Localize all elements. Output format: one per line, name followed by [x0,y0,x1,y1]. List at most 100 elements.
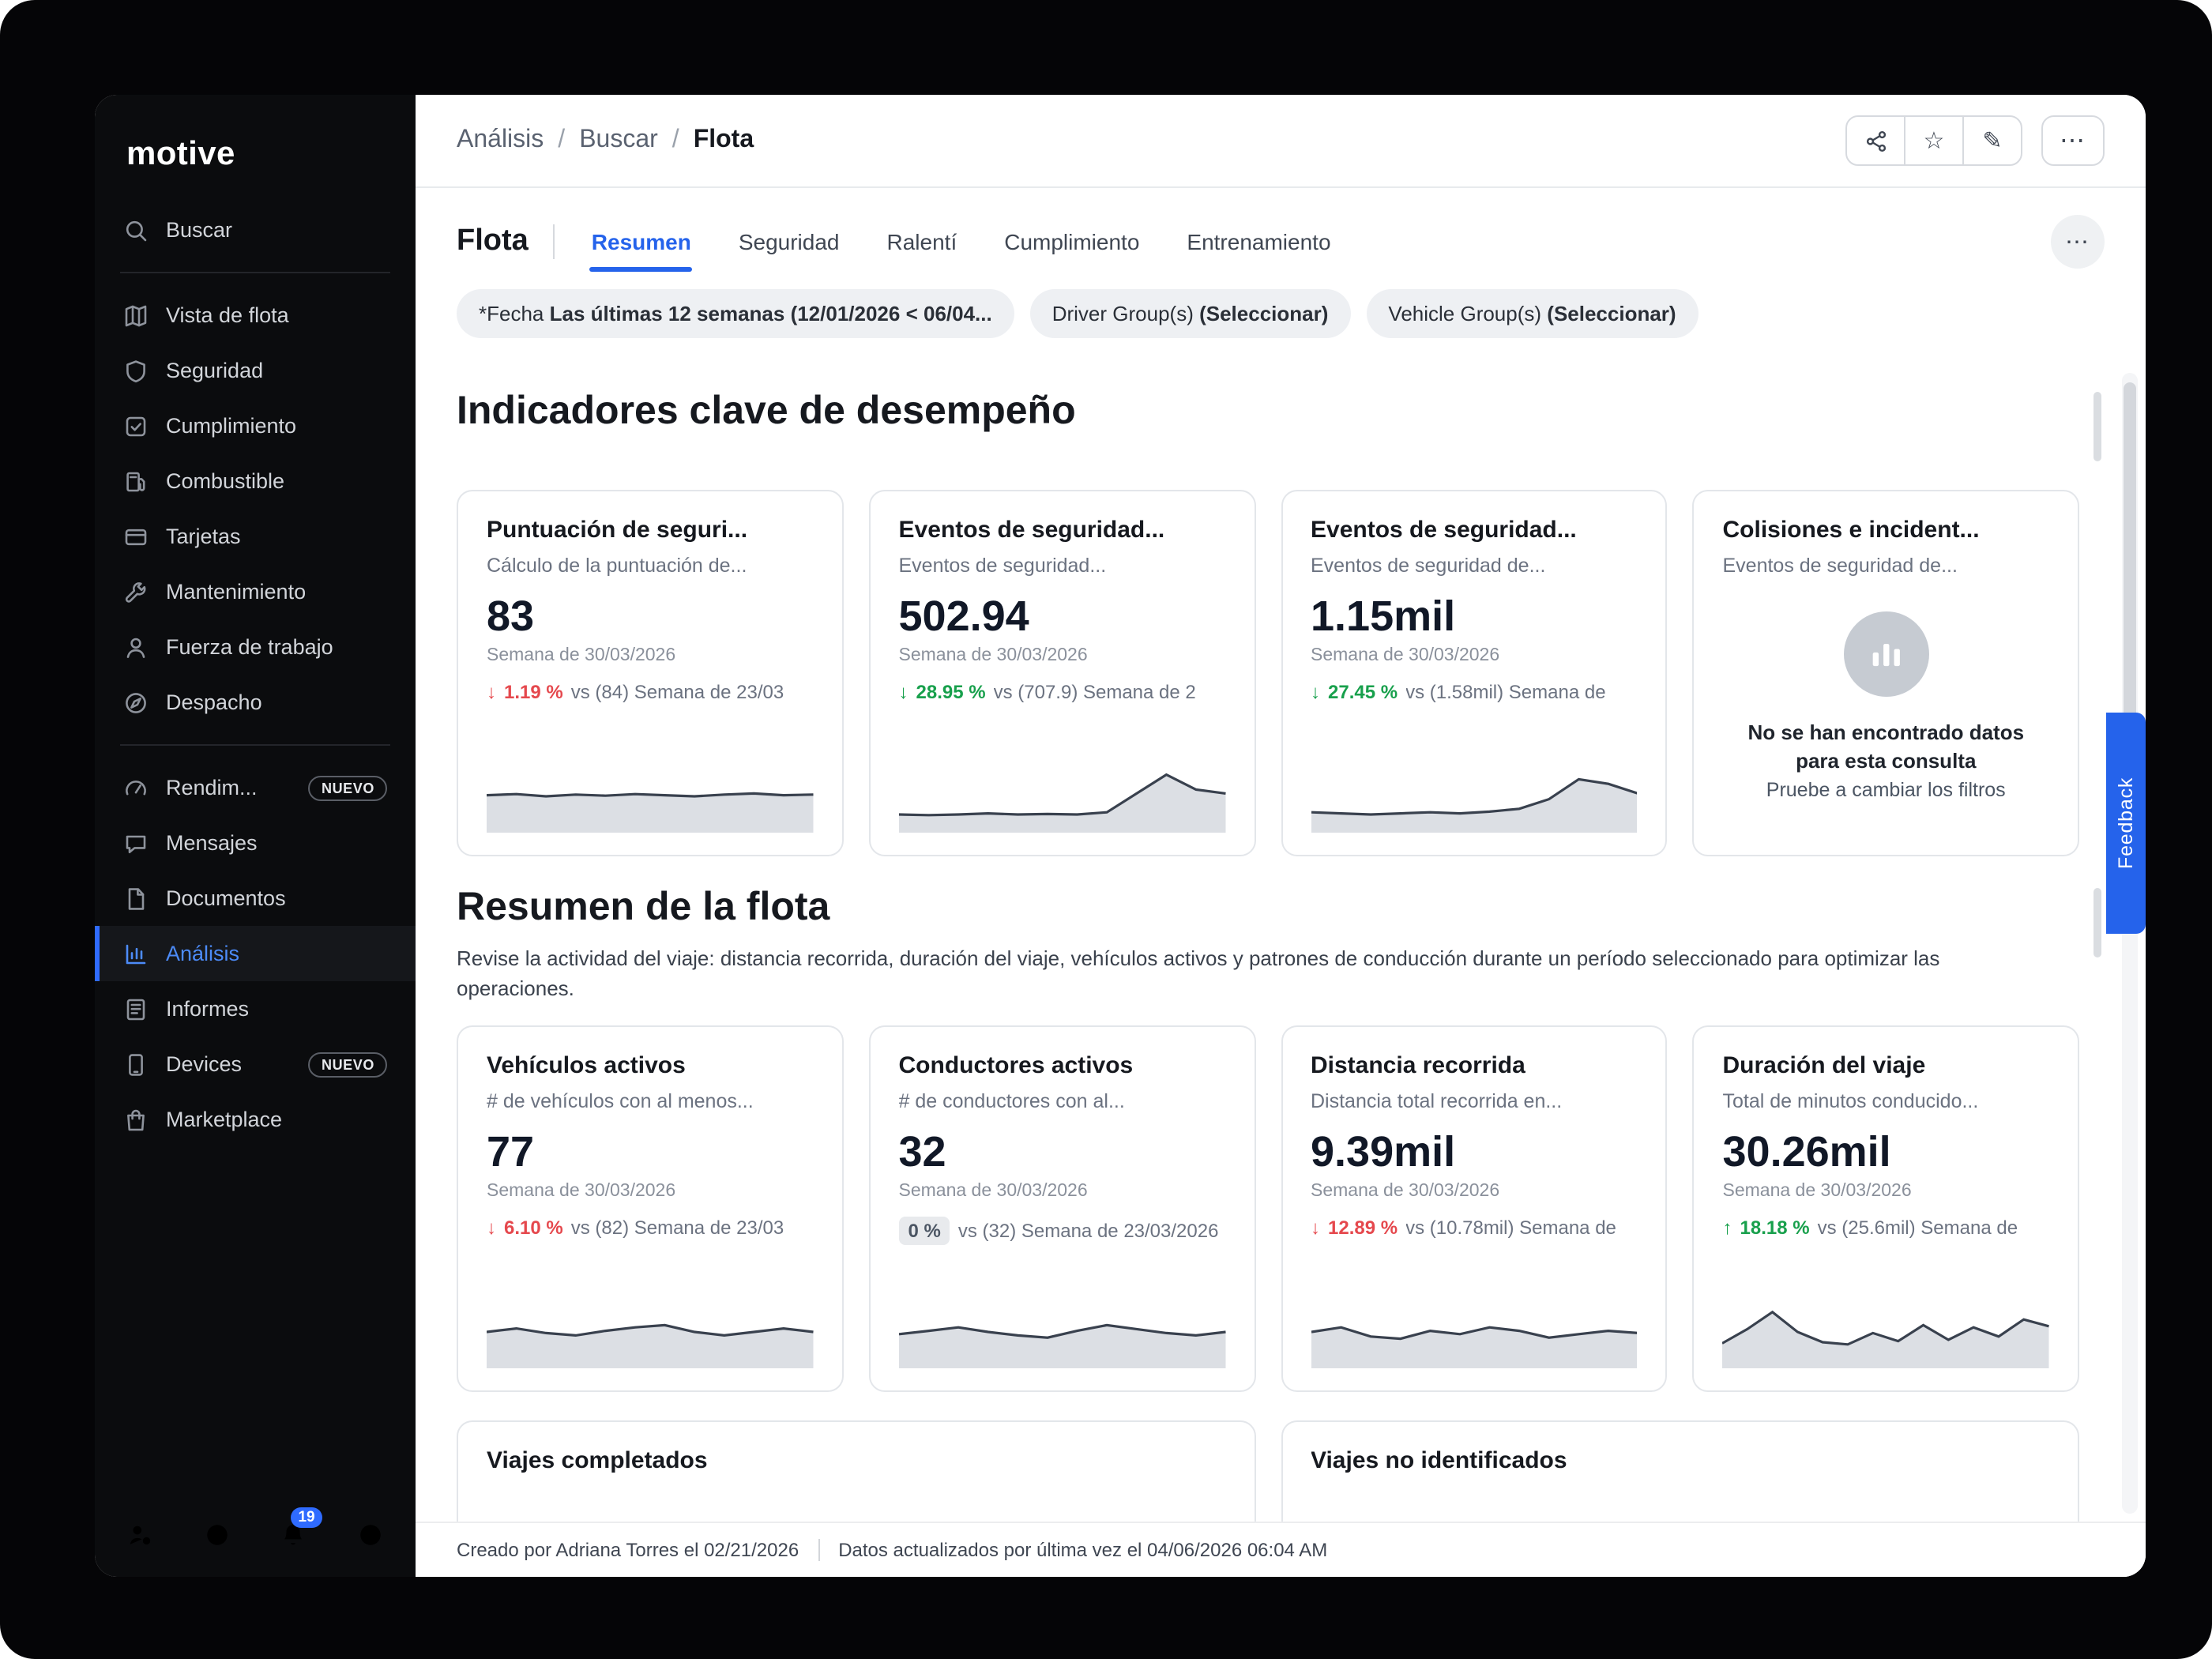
kpi-delta-row: ↓1.19 %vs (84) Semana de 23/03 [487,681,814,703]
sidebar-item-devices[interactable]: DevicesNUEVO [95,1036,416,1092]
section-scrollbar-thumb[interactable] [2094,392,2101,461]
motive-logo: motive [95,95,416,202]
kpi-delta-percent: 6.10 % [504,1217,563,1240]
sidebar-item-marketplace[interactable]: Marketplace [95,1092,416,1147]
profile-avatar-icon[interactable] [357,1521,384,1548]
trend-up-arrow-icon: ↑ [1723,1217,1732,1240]
tab-seguridad[interactable]: Seguridad [737,212,841,272]
search-icon [123,217,149,243]
kpi-card-subtitle: Eventos de seguridad de... [1723,555,2050,577]
trips-card-grid: Viajes completados Viajes no identificado… [457,1421,2079,1522]
section-header-fleet-summary: Resumen de la flota Revise la actividad … [457,885,2079,1004]
help-icon[interactable] [203,1521,230,1548]
kpi-week-label: Semana de 30/03/2026 [487,646,814,665]
kpi-week-label: Semana de 30/03/2026 [899,1183,1226,1202]
sidebar-item-rendim-[interactable]: Rendim...NUEVO [95,760,416,815]
sidebar-item-combustible[interactable]: Combustible [95,453,416,509]
favorite-button[interactable]: ☆ [1904,115,1964,166]
kpi-comparison-text: vs (84) Semana de 23/03 [571,681,784,703]
bar-chart-icon [1865,634,1906,675]
kpi-card[interactable]: Eventos de seguridad...Eventos de seguri… [1281,490,1668,856]
edit-button[interactable]: ✎ [1962,115,2022,166]
pencil-icon: ✎ [1982,126,2002,155]
filter-chip-driver-group-s-[interactable]: Driver Group(s) (Seleccionar) [1030,289,1351,338]
sidebar-item-tarjetas[interactable]: Tarjetas [95,509,416,564]
kpi-card-subtitle: # de conductores con al... [899,1091,1226,1113]
sidebar-item-label: Seguridad [166,359,263,382]
breadcrumb-analisis[interactable]: Análisis [457,126,544,155]
notification-count-badge: 19 [290,1507,322,1528]
breadcrumb-buscar[interactable]: Buscar [579,126,658,155]
trend-down-arrow-icon: ↓ [1311,1217,1320,1240]
kpi-card-title: Distancia recorrida [1311,1053,1638,1080]
sidebar-item-documentos[interactable]: Documentos [95,871,416,926]
more-options-button[interactable]: ⋯ [2041,115,2105,166]
topbar-button-group: ☆ ✎ [1845,115,2022,166]
kpi-card-title: Viajes completados [487,1448,1225,1475]
card-icon [123,524,149,549]
created-by-text: Creado por Adriana Torres el 02/21/2026 [457,1539,799,1561]
tab-entrenamiento[interactable]: Entrenamiento [1185,212,1332,272]
kpi-delta-percent: 0 % [899,1217,950,1246]
sidebar-item-vista-de-flota[interactable]: Vista de flota [95,288,416,343]
section-scrollbar-thumb[interactable] [2094,888,2101,957]
ellipsis-icon: ⋯ [2065,228,2090,256]
kpi-delta-row: ↓27.45 %vs (1.58mil) Semana de [1311,681,1638,703]
sidebar-item-an-lisis[interactable]: Análisis [95,926,416,981]
kpi-card[interactable]: Viajes no identificados [1281,1421,2079,1522]
notifications-bell-icon[interactable]: 19 [280,1521,307,1548]
main-scrollbar-track [2122,373,2138,1514]
kpi-card[interactable]: Viajes completados [457,1421,1255,1522]
kpi-comparison-text: vs (1.58mil) Semana de [1405,681,1605,703]
nuevo-badge: NUEVO [309,1051,387,1077]
kpi-card-subtitle: Cálculo de la puntuación de... [487,555,814,577]
sparkline-chart [1723,1287,2050,1369]
kpi-card[interactable]: Vehículos activos# de vehículos con al m… [457,1026,844,1393]
sidebar-item-mantenimiento[interactable]: Mantenimiento [95,564,416,619]
sparkline-chart [1311,1287,1638,1369]
sidebar-divider [120,744,390,746]
sidebar-item-fuerza-de-trabajo[interactable]: Fuerza de trabajo [95,619,416,675]
kpi-card[interactable]: Puntuación de seguri...Cálculo de la pun… [457,490,844,856]
sidebar-item-despacho[interactable]: Despacho [95,675,416,730]
kpi-comparison-text: vs (32) Semana de 23/03/2026 [958,1221,1219,1243]
sidebar-item-cumplimiento[interactable]: Cumplimiento [95,398,416,453]
status-divider [818,1539,819,1561]
share-button[interactable] [1845,115,1905,166]
check-square-icon [123,413,149,438]
kpi-card[interactable]: Conductores activos# de conductores con … [869,1026,1256,1393]
filter-value: (Seleccionar) [1199,302,1328,325]
filter-chip-vehicle-group-s-[interactable]: Vehicle Group(s) (Seleccionar) [1366,289,1698,338]
kpi-delta-percent: 28.95 % [916,681,986,703]
sidebar-item-label: Combustible [166,469,284,493]
tab-cumplimiento[interactable]: Cumplimiento [1003,212,1141,272]
kpi-value: 9.39mil [1311,1132,1638,1175]
kpi-card[interactable]: Colisiones e incident...Eventos de segur… [1693,490,2080,856]
kpi-card-subtitle: # de vehículos con al menos... [487,1091,814,1113]
kpi-card[interactable]: Eventos de seguridad...Eventos de seguri… [869,490,1256,856]
tab-resumen[interactable]: Resumen [590,212,693,272]
kpi-delta-row: ↓28.95 %vs (707.9) Semana de 2 [899,681,1226,703]
trend-down-arrow-icon: ↓ [899,681,908,703]
sidebar-search[interactable]: Buscar [95,202,416,258]
sidebar-item-seguridad[interactable]: Seguridad [95,343,416,398]
kpi-card[interactable]: Duración del viajeTotal de minutos condu… [1693,1026,2080,1393]
sidebar-item-informes[interactable]: Informes [95,981,416,1036]
kpi-delta-percent: 12.89 % [1328,1217,1398,1240]
trend-down-arrow-icon: ↓ [1311,681,1320,703]
filter-chip--fecha[interactable]: *Fecha Las últimas 12 semanas (12/01/202… [457,289,1014,338]
kpi-delta-row: ↑18.18 %vs (25.6mil) Semana de [1723,1217,2050,1240]
kpi-comparison-text: vs (82) Semana de 23/03 [571,1217,784,1240]
admin-settings-icon[interactable] [126,1521,153,1548]
feedback-tab[interactable]: Feedback [2106,713,2146,934]
filter-label: *Fecha [479,302,550,325]
sparkline-chart [899,1287,1226,1369]
breadcrumb-separator: / [558,126,565,155]
tab-ralentí[interactable]: Ralentí [886,212,959,272]
title-divider [554,224,555,259]
kpi-card-title: Eventos de seguridad... [899,517,1226,544]
dashboard-more-button[interactable]: ⋯ [2051,215,2105,269]
kpi-card[interactable]: Distancia recorridaDistancia total recor… [1281,1026,1668,1393]
sidebar-item-mensajes[interactable]: Mensajes [95,815,416,871]
sidebar-item-label: Informes [166,997,249,1021]
